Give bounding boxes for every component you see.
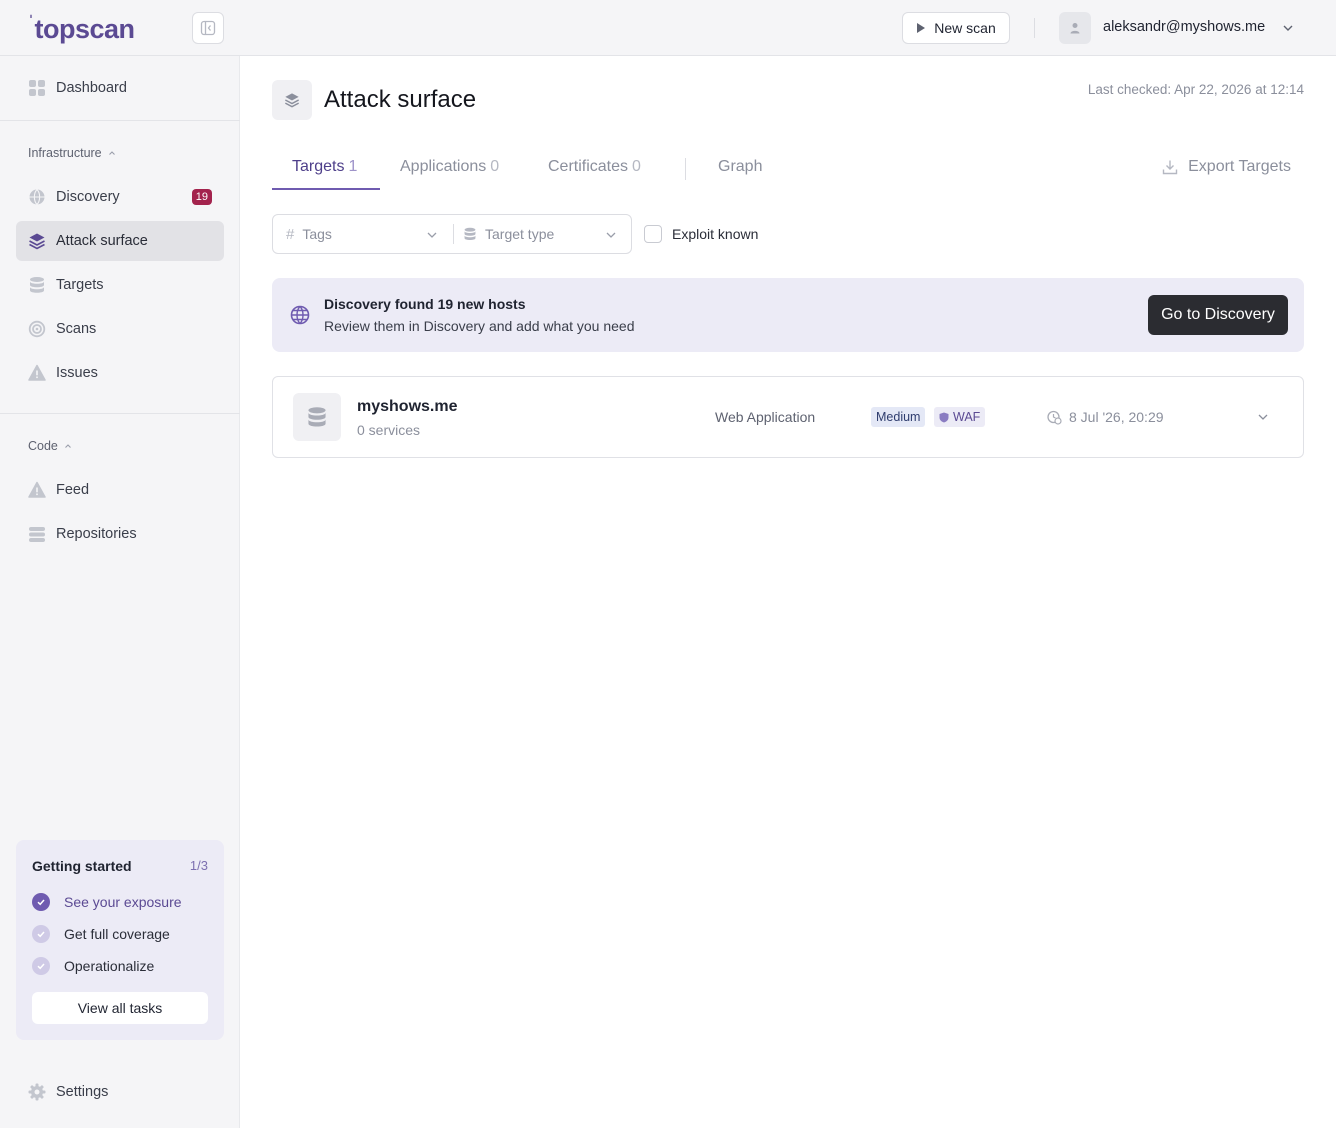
sidebar-item-scans[interactable]: Scans [16, 309, 224, 349]
sidebar-item-label: Scans [56, 321, 97, 337]
new-scan-button[interactable]: New scan [902, 12, 1010, 44]
chevron-up-icon [65, 444, 71, 448]
chevron-down-icon[interactable] [1257, 412, 1269, 422]
avatar[interactable] [1059, 12, 1091, 44]
tab-graph[interactable]: Graph [698, 150, 782, 190]
active-tab-indicator [272, 188, 380, 190]
sidebar-item-repositories[interactable]: Repositories [16, 514, 224, 554]
target-name[interactable]: myshows.me [357, 398, 457, 416]
tab-certificates[interactable]: Certificates 0 [528, 150, 661, 190]
waf-badge: WAF [934, 407, 986, 427]
chevron-down-icon[interactable] [426, 230, 438, 240]
target-icon [28, 320, 46, 338]
grid-icon [28, 79, 46, 97]
getting-started-title: Getting started [32, 858, 132, 874]
sidebar-item-label: Settings [56, 1084, 109, 1100]
section-infrastructure[interactable]: Infrastructure [28, 146, 116, 160]
warning-icon [28, 364, 46, 382]
discovery-banner: Discovery found 19 new hosts Review them… [272, 278, 1304, 352]
task-see-exposure[interactable]: See your exposure [32, 893, 182, 911]
layers-icon [28, 232, 46, 250]
sidebar-item-attack-surface[interactable]: Attack surface [16, 221, 224, 261]
play-icon [917, 23, 926, 33]
view-all-tasks-button[interactable]: View all tasks [32, 992, 208, 1024]
sidebar-item-label: Discovery [56, 189, 120, 205]
sidebar-item-dashboard[interactable]: Dashboard [16, 68, 224, 108]
task-full-coverage[interactable]: Get full coverage [32, 925, 170, 943]
severity-badge: Medium [871, 407, 926, 427]
sidebar-divider [0, 413, 240, 414]
shield-icon [939, 412, 949, 422]
user-email[interactable]: aleksandr@myshows.me [1103, 19, 1265, 35]
sidebar-item-label: Attack surface [56, 233, 148, 249]
target-type: Web Application [715, 409, 816, 425]
download-icon [1162, 160, 1178, 175]
warning-icon [28, 481, 46, 499]
section-code[interactable]: Code [28, 439, 72, 453]
check-circle-icon [32, 893, 50, 911]
tags-filter[interactable]: # Tags [286, 215, 442, 253]
target-type-filter[interactable]: Target type [463, 215, 613, 253]
hash-icon: # [286, 225, 295, 243]
sidebar-item-label: Dashboard [56, 80, 127, 96]
sidebar-item-label: Feed [56, 482, 90, 498]
task-operationalize[interactable]: Operationalize [32, 957, 154, 975]
sidebar-item-feed[interactable]: Feed [16, 470, 224, 510]
sidebar-item-label: Repositories [56, 526, 137, 542]
globe-icon [290, 305, 310, 325]
collapse-sidebar-button[interactable] [192, 12, 224, 44]
topbar-divider [1034, 18, 1035, 38]
discovery-count-badge: 19 [191, 189, 212, 205]
last-checked-timestamp: Last checked: Apr 22, 2026 at 12:14 [1087, 82, 1304, 97]
getting-started-card: Getting started 1/3 See your exposure Ge… [16, 840, 224, 1040]
sidebar: Dashboard Infrastructure Discovery 19 At… [0, 56, 240, 1128]
banner-subtitle: Review them in Discovery and add what yo… [324, 318, 635, 334]
new-scan-label: New scan [934, 20, 996, 36]
chevron-down-icon[interactable] [605, 230, 617, 240]
page-layers-icon [272, 80, 312, 120]
export-targets-button[interactable]: Export Targets [1162, 158, 1291, 176]
top-bar: ˈtopscan New scan aleksandr@myshows.me [0, 0, 1336, 56]
user-icon [1070, 23, 1080, 34]
filter-divider [453, 224, 454, 244]
chevron-up-icon [108, 151, 115, 155]
exploit-known-toggle[interactable]: Exploit known [644, 225, 758, 243]
target-services: 0 services [357, 422, 421, 438]
go-to-discovery-button[interactable]: Go to Discovery [1148, 295, 1288, 335]
check-circle-icon [32, 925, 50, 943]
tab-divider [685, 158, 686, 180]
sidebar-divider [0, 120, 240, 121]
database-icon [464, 227, 476, 241]
exploit-known-label: Exploit known [672, 226, 759, 242]
exploit-known-checkbox[interactable] [644, 225, 662, 243]
target-date: 8 Jul '26, 20:29 [1047, 409, 1164, 425]
globe-icon [28, 188, 46, 206]
table-row[interactable]: myshows.me 0 services Web Application Me… [272, 376, 1304, 458]
sidebar-item-settings[interactable]: Settings [16, 1072, 224, 1112]
sidebar-collapse-icon [200, 20, 216, 36]
check-circle-icon [32, 957, 50, 975]
database-icon [28, 276, 46, 294]
banner-title: Discovery found 19 new hosts [324, 296, 526, 312]
clock-scan-icon [1047, 410, 1062, 425]
sidebar-item-label: Targets [56, 277, 104, 293]
app-logo[interactable]: ˈtopscan [28, 12, 135, 45]
tab-targets[interactable]: Targets 1 [272, 150, 377, 190]
page-title: Attack surface [324, 86, 477, 113]
getting-started-progress: 1/3 [189, 858, 208, 873]
database-icon [293, 393, 341, 441]
filter-group: # Tags Target type [272, 214, 632, 254]
gear-icon [28, 1083, 46, 1101]
tab-applications[interactable]: Applications 0 [380, 150, 519, 190]
sidebar-item-label: Issues [56, 365, 98, 381]
chevron-down-icon[interactable] [1281, 21, 1295, 35]
sidebar-item-discovery[interactable]: Discovery 19 [16, 177, 224, 217]
sidebar-item-targets[interactable]: Targets [16, 265, 224, 305]
sidebar-item-issues[interactable]: Issues [16, 353, 224, 393]
stack-icon [28, 525, 46, 543]
